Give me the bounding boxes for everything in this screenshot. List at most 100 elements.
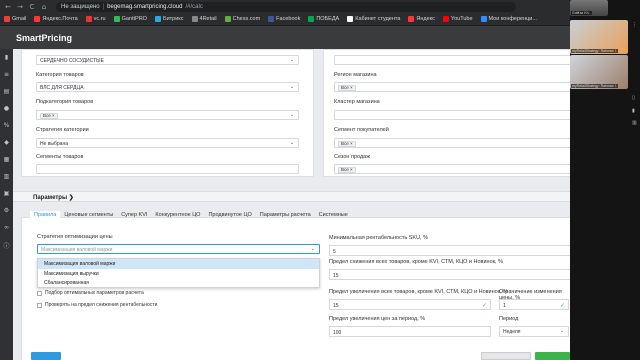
params-title: Параметры ❯	[33, 195, 74, 201]
reload-icon[interactable]: C	[28, 3, 36, 11]
season-select[interactable]: Все ×	[334, 164, 570, 174]
bookmark-4retail[interactable]: 4Retail	[191, 16, 217, 22]
checkbox-box[interactable]	[37, 290, 42, 296]
period-select[interactable]: Неделя ⌄	[499, 326, 569, 337]
back-icon[interactable]: ←	[4, 3, 12, 11]
bookmark-label: YouTube	[450, 16, 473, 22]
link-icon[interactable]: ∞	[4, 224, 9, 231]
people-icon[interactable]: ●	[4, 105, 9, 112]
bookmark-label: ПОБЕДА	[316, 16, 340, 22]
home-icon[interactable]: ⌂	[40, 3, 48, 11]
segments-label: Сегменты товаров	[36, 154, 84, 160]
checkbox-label: Подбор оптимальных параметров расчета	[45, 290, 144, 296]
limit-change-input[interactable]: 1 ✓	[499, 299, 569, 310]
max-decrease-input[interactable]: 15	[329, 269, 570, 280]
video-tile[interactable]: myRetailStrategy: Rahman I.	[570, 55, 628, 89]
period-increase-label: Предел увеличения цен за период, %	[329, 316, 426, 322]
percent-icon[interactable]: %	[4, 122, 10, 129]
period-increase-value: 100	[333, 329, 342, 336]
category-label: Категория товаров	[36, 72, 84, 78]
max-increase-input[interactable]: 15 ✓	[329, 299, 491, 310]
bookmark-facebook[interactable]: Facebook	[268, 16, 300, 22]
region-chip[interactable]: Все ×	[338, 84, 356, 91]
tab-rules[interactable]: Правила	[30, 211, 61, 221]
bottom-save-button[interactable]	[535, 352, 570, 360]
bottom-reset-button[interactable]	[481, 352, 531, 360]
tab-price-segments[interactable]: Ценовые сегменты	[60, 211, 117, 221]
participant-name: myRetailStrategy: Rahman I.	[571, 49, 618, 53]
buyers-label: Сегмент покупателей	[334, 127, 389, 133]
security-warning[interactable]: Не защищено	[61, 4, 100, 10]
youtube-icon	[442, 16, 449, 22]
min-margin-input[interactable]: 5 ✓	[329, 245, 570, 256]
bookmark-youtube[interactable]: YouTube	[442, 16, 473, 22]
tab-calc-params[interactable]: Параметры расчета	[256, 211, 315, 221]
chevron-down-icon: ⌄	[310, 246, 315, 252]
max-decrease-label: Предел снижения всех товаров, кроме KVI,…	[329, 259, 503, 265]
checkbox-box[interactable]	[37, 302, 42, 308]
list-icon[interactable]: ≡	[4, 71, 9, 78]
top-right-select[interactable]	[334, 55, 570, 65]
video-tile[interactable]: Gulfraz Kh...	[570, 0, 608, 16]
bookmark-conferences[interactable]: Мои конференци...	[480, 16, 537, 22]
bookmark-label: vc.ru	[93, 16, 106, 22]
left-sidebar: ▮ ≡ ▤ ● % ◆ ▦ ▥ ▣ ⚙ ∞ ⓘ	[0, 49, 13, 360]
group-select[interactable]: СЕРДЕЧНО СОСУДИСТЫЕ ⌄	[36, 55, 299, 65]
video-tile[interactable]: myRetailStrategy: Rahman I.	[570, 20, 628, 54]
bookmark-yandex-mail[interactable]: Яндекс.Почта	[34, 16, 78, 22]
dots-icon[interactable]: ⋮	[632, 22, 637, 28]
chart-icon[interactable]: ▮	[5, 54, 8, 61]
forward-icon[interactable]: →	[16, 3, 24, 11]
bookmark-ganttpro[interactable]: GanttPRO	[113, 16, 147, 22]
max-increase-value: 15	[333, 302, 339, 309]
bottom-left-button[interactable]	[31, 352, 61, 360]
option-max-margin[interactable]: Максимизация валовой маржи	[38, 259, 319, 269]
region-select[interactable]: Все ×	[334, 82, 570, 92]
bookmark-student-cabinet[interactable]: Кабинет студента	[347, 16, 400, 22]
strategy-select[interactable]: Не выбрана ⌄	[36, 138, 299, 148]
settings-icon[interactable]: ⚙	[4, 207, 9, 214]
buyers-select[interactable]: Все ×	[334, 138, 570, 148]
participant-name: myRetailStrategy: Rahman I.	[571, 84, 618, 88]
bookmark-bitrix[interactable]: Битрикс	[154, 16, 184, 22]
file-icon[interactable]: ▯	[632, 95, 635, 101]
buyers-chip[interactable]: Все ×	[338, 140, 356, 147]
report-icon[interactable]: ▥	[632, 120, 637, 126]
calendar-icon[interactable]: ▣	[4, 190, 10, 197]
cluster-select[interactable]: ⌄	[334, 110, 570, 120]
browser-toolbar: ← → C ⌂ Не защищено | begemag.smartprici…	[0, 0, 640, 13]
segments-select[interactable]	[36, 164, 299, 174]
document-icon[interactable]: ▤	[4, 88, 10, 95]
period-increase-input[interactable]: 100	[329, 326, 491, 337]
bookmark-chess[interactable]: Chess.com	[224, 16, 260, 22]
option-balanced[interactable]: Сбалансированная	[38, 278, 319, 288]
optimization-select[interactable]: Максимизация валовой маржи ⌄	[37, 244, 320, 254]
app-header: SmartPricing	[0, 27, 570, 49]
bookmark-pobeda[interactable]: ПОБЕДА	[308, 16, 339, 22]
optimal-params-checkbox[interactable]: Подбор оптимальных параметров расчета	[37, 290, 144, 296]
student-cabinet-icon	[347, 16, 354, 22]
info-icon[interactable]: ⓘ	[3, 241, 9, 250]
margin-limit-checkbox[interactable]: Проверять на предел снижения рентабельно…	[37, 302, 157, 308]
bookmark-gmail[interactable]: Gmail	[4, 16, 26, 22]
chart-icon[interactable]: ▮	[632, 108, 635, 114]
tab-system[interactable]: Системные	[315, 211, 352, 221]
report-icon[interactable]: ▥	[4, 173, 10, 180]
tag-icon[interactable]: ◆	[4, 139, 9, 146]
bookmark-vc[interactable]: vc.ru	[85, 16, 106, 22]
season-chip[interactable]: Все ×	[338, 166, 356, 173]
tab-competitive[interactable]: Конкурентное ЦО	[151, 211, 204, 221]
params-section-header[interactable]: Параметры ❯	[13, 191, 570, 202]
bookmark-yandex[interactable]: Яндекс	[408, 16, 435, 22]
tab-super-kvi[interactable]: Супер KVI	[117, 211, 151, 221]
app-title[interactable]: SmartPricing	[16, 33, 72, 43]
address-bar[interactable]: Не защищено | begemag.smartpricing.cloud…	[56, 1, 516, 12]
subcategory-chip[interactable]: Все ×	[40, 112, 58, 119]
category-select[interactable]: ВЛС ДЛЯ СЕРДЦА ⌄	[36, 82, 299, 92]
bookmark-label: 4Retail	[199, 16, 217, 22]
option-max-revenue[interactable]: Максимизация выручки	[38, 269, 319, 279]
subcategory-label: Подкатегория товаров	[36, 99, 94, 105]
tab-advanced[interactable]: Продвинутое ЦО	[204, 211, 255, 221]
subcategory-select[interactable]: Все × ⌄	[36, 110, 299, 120]
grid-icon[interactable]: ▦	[4, 156, 10, 163]
